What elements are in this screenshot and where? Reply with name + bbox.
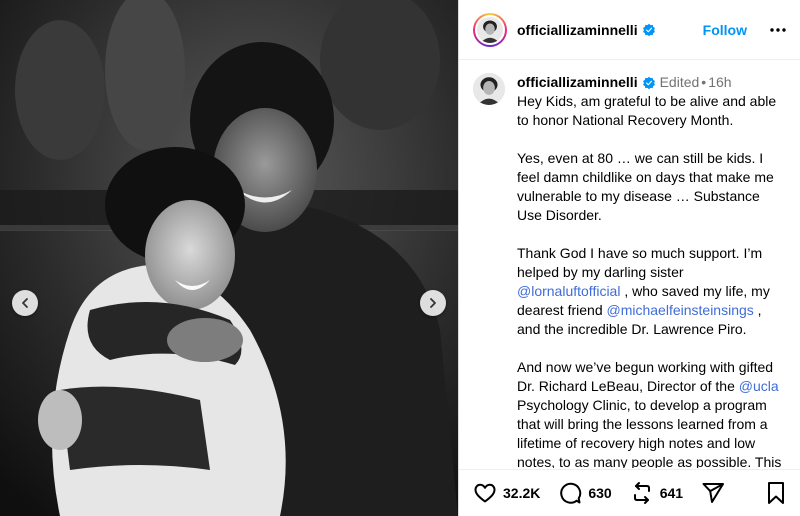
post-sidebar: officiallizaminnelli Follow officialliza… (458, 0, 800, 516)
instagram-post: officiallizaminnelli Follow officialliza… (0, 0, 800, 516)
mention-link[interactable]: @michaelfeinsteinsings (607, 302, 754, 318)
carousel-next-button[interactable] (420, 290, 446, 316)
caption-paragraph-2: Yes, even at 80 … we can still be kids. … (517, 150, 774, 223)
caption-header: officiallizaminnelli Edited • 16h (517, 73, 785, 92)
caption-text-segment: Thank God I have so much support. I’m he… (517, 245, 763, 280)
repost-count[interactable]: 641 (660, 485, 683, 501)
verified-badge-icon (642, 76, 655, 89)
share-icon (702, 483, 725, 503)
more-options-button[interactable] (769, 21, 787, 39)
repost-button[interactable]: 641 (630, 481, 683, 505)
carousel-prev-button[interactable] (12, 290, 38, 316)
like-count[interactable]: 32.2K (503, 485, 540, 501)
verified-badge-icon (642, 23, 655, 36)
story-ring[interactable] (473, 12, 507, 47)
chevron-right-icon (430, 298, 436, 308)
post-time[interactable]: 16h (708, 73, 731, 92)
header-username[interactable]: officiallizaminnelli (517, 22, 638, 38)
separator-dot: • (701, 74, 707, 90)
chevron-left-icon (22, 298, 28, 308)
caption-paragraph-3: Thank God I have so much support. I’m he… (517, 244, 785, 339)
caption-paragraph-1: Hey Kids, am grateful to be alive and ab… (517, 93, 777, 128)
post-photo[interactable] (0, 0, 458, 516)
edited-label: Edited (659, 74, 700, 90)
like-button[interactable]: 32.2K (473, 481, 540, 505)
caption-text-segment: Psychology Clinic, to develop a program … (517, 397, 782, 468)
mention-link[interactable]: @ucla (739, 378, 779, 394)
avatar-portrait-icon (477, 16, 503, 43)
share-button[interactable] (701, 481, 725, 505)
follow-button[interactable]: Follow (703, 22, 747, 38)
caption-paragraph-4: And now we’ve begun working with gifted … (517, 358, 785, 468)
repost-icon (633, 482, 650, 504)
mention-link[interactable]: @lornaluftofficial (517, 283, 620, 299)
more-horizontal-icon (770, 27, 786, 32)
caption-text: officiallizaminnelli Edited • 16h Hey Ki… (517, 73, 785, 468)
post-header: officiallizaminnelli Follow (459, 0, 800, 60)
comment-count[interactable]: 630 (588, 485, 611, 501)
bookmark-icon (768, 482, 784, 504)
caption-username[interactable]: officiallizaminnelli (517, 73, 638, 92)
save-button[interactable] (765, 481, 787, 505)
comment-button[interactable]: 630 (558, 481, 612, 505)
heart-icon (474, 483, 496, 503)
caption-text-segment: And now we’ve begun working with gifted … (517, 359, 774, 394)
caption-avatar[interactable] (473, 73, 505, 105)
avatar (475, 14, 505, 45)
comment-icon (560, 482, 582, 504)
post-image (0, 0, 458, 516)
action-bar: 32.2K 630 641 (459, 469, 800, 516)
avatar-portrait-icon (473, 73, 505, 105)
caption-section: officiallizaminnelli Edited • 16h Hey Ki… (459, 61, 800, 468)
